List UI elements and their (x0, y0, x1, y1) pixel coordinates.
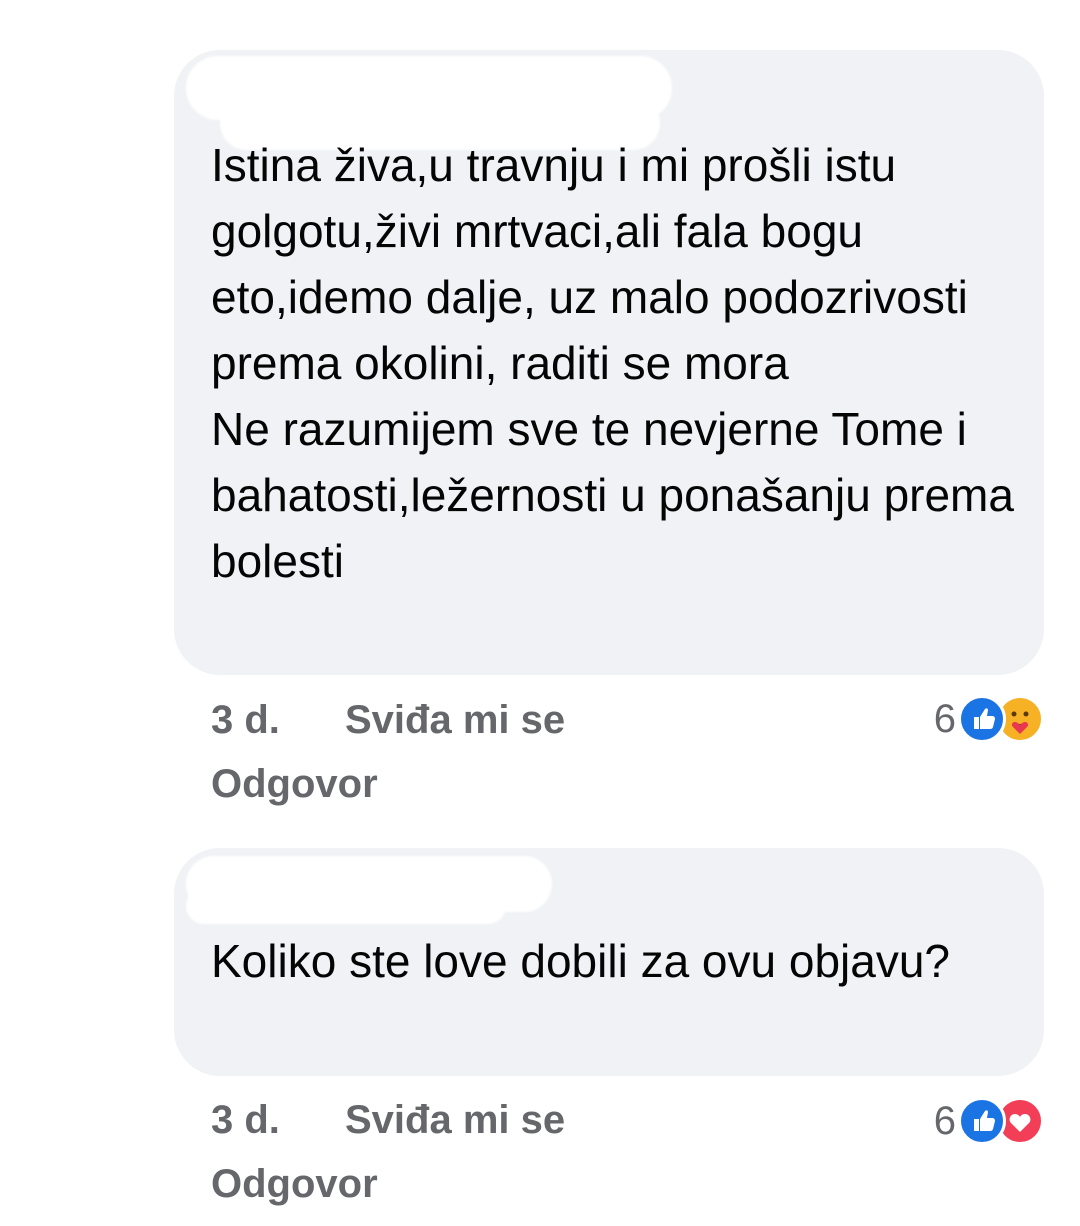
like-icon (958, 695, 1006, 743)
comment-text: Koliko ste love dobili za ovu objavu? (211, 935, 951, 987)
redacted-author-name (186, 888, 506, 924)
comment-2: Koliko ste love dobili za ovu objavu? 3 … (0, 0, 1080, 1226)
reaction-count: 6 (933, 1098, 956, 1143)
comment-time[interactable]: 3 d. (211, 1098, 280, 1143)
reaction-summary[interactable]: 6 (934, 1096, 1044, 1146)
like-button[interactable]: Sviđa mi se (345, 1098, 565, 1143)
reply-button[interactable]: Odgovor (211, 1162, 378, 1207)
like-icon (958, 1097, 1006, 1145)
